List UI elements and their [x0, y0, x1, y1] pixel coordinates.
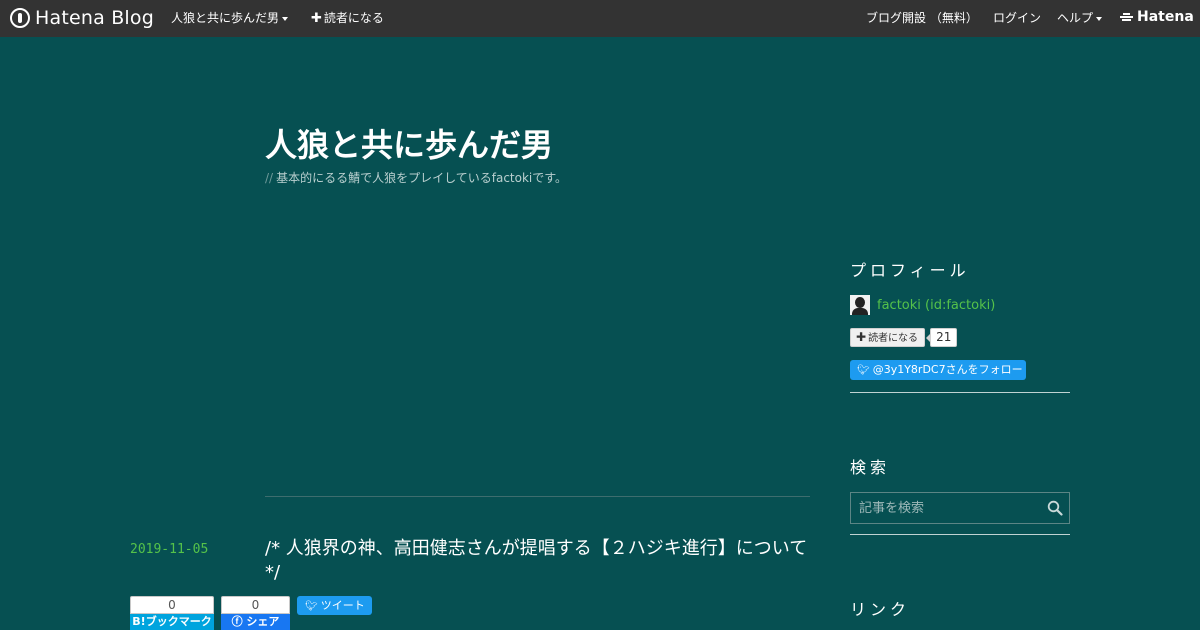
sidebar-subscribe-label: 読者になる — [868, 333, 919, 344]
facebook-share-button[interactable]: 0 ⓕ シェア — [221, 596, 290, 630]
header-subscribe-button[interactable]: ✚ 読者になる — [311, 10, 384, 27]
plus-icon: ✚ — [856, 330, 867, 344]
blog-menu-dropdown[interactable]: 人狼と共に歩んだ男 — [171, 10, 289, 26]
search-heading: 検索 — [850, 458, 891, 477]
avatar — [850, 295, 870, 315]
profile-name: factoki (id:factoki) — [877, 297, 996, 313]
search-input[interactable] — [851, 493, 1043, 523]
twitter-bird-icon: 🐦︎ — [305, 601, 318, 612]
tweet-button[interactable]: 🐦︎ ツイート — [297, 596, 372, 615]
profile-heading: プロフィール — [850, 261, 970, 280]
open-blog-link[interactable]: ブログ開設 （無料） — [866, 10, 978, 26]
hatena-blog-logo[interactable]: Hatena Blog — [10, 7, 154, 29]
search-divider — [850, 534, 1070, 535]
follow-label: @3y1Y8rDC7さんをフォロー — [872, 363, 1023, 376]
entry-date[interactable]: 2019-11-05 — [130, 542, 208, 557]
profile-link[interactable]: factoki (id:factoki) — [850, 295, 995, 315]
blog-title[interactable]: 人狼と共に歩んだ男 — [265, 120, 553, 166]
help-dropdown[interactable]: ヘルプ — [1057, 10, 1103, 26]
hatena-bulb-icon — [10, 8, 30, 28]
caret-down-icon — [1096, 16, 1103, 21]
entry-title[interactable]: /* 人狼界の神、高田健志さんが提唱する【２ハジキ進行】について */ — [265, 537, 825, 585]
description-prefix: // — [265, 171, 274, 185]
hatena-lines-icon — [1120, 12, 1133, 22]
main-divider — [265, 496, 810, 497]
twitter-bird-icon: 🐦︎ — [857, 365, 870, 376]
logo-text: Hatena Blog — [35, 7, 154, 29]
hatena-bookmark-count: 0 — [130, 596, 214, 614]
links-heading: リンク — [850, 600, 911, 619]
login-link[interactable]: ログイン — [993, 10, 1041, 26]
profile-divider — [850, 392, 1070, 393]
description-text: 基本的にるる鯖で人狼をプレイしているfactokiです。 — [276, 171, 568, 185]
blog-menu-label: 人狼と共に歩んだ男 — [171, 11, 280, 25]
subscriber-count[interactable]: 21 — [926, 328, 958, 347]
blog-description: //基本的にるる鯖で人狼をプレイしているfactokiです。 — [265, 169, 567, 186]
help-label: ヘルプ — [1057, 11, 1094, 25]
hatena-logo[interactable]: Hatena — [1120, 9, 1194, 25]
facebook-share-label-row: ⓕ シェア — [221, 614, 290, 630]
sidebar-subscribe: ✚ 読者になる 21 — [850, 328, 958, 347]
hatena-bookmark-button[interactable]: 0 B!ブックマーク — [130, 596, 214, 630]
global-header: Hatena Blog 人狼と共に歩んだ男 ✚ 読者になる ブログ開設 （無料） … — [0, 0, 1200, 37]
facebook-icon: ⓕ — [231, 615, 247, 628]
header-subscribe-label: 読者になる — [323, 11, 384, 25]
facebook-share-label: シェア — [246, 615, 280, 628]
sidebar-subscribe-button[interactable]: ✚ 読者になる — [850, 328, 926, 347]
search-form — [850, 492, 1070, 524]
tweet-label: ツイート — [320, 599, 365, 612]
twitter-follow-button[interactable]: 🐦︎ @3y1Y8rDC7さんをフォロー — [850, 360, 1026, 380]
hatena-logo-text: Hatena — [1137, 9, 1194, 25]
plus-icon: ✚ — [311, 11, 322, 26]
search-icon[interactable] — [1043, 496, 1067, 520]
facebook-share-count: 0 — [221, 596, 290, 614]
caret-down-icon — [282, 16, 289, 21]
hatena-bookmark-label: B!ブックマーク — [130, 614, 214, 630]
